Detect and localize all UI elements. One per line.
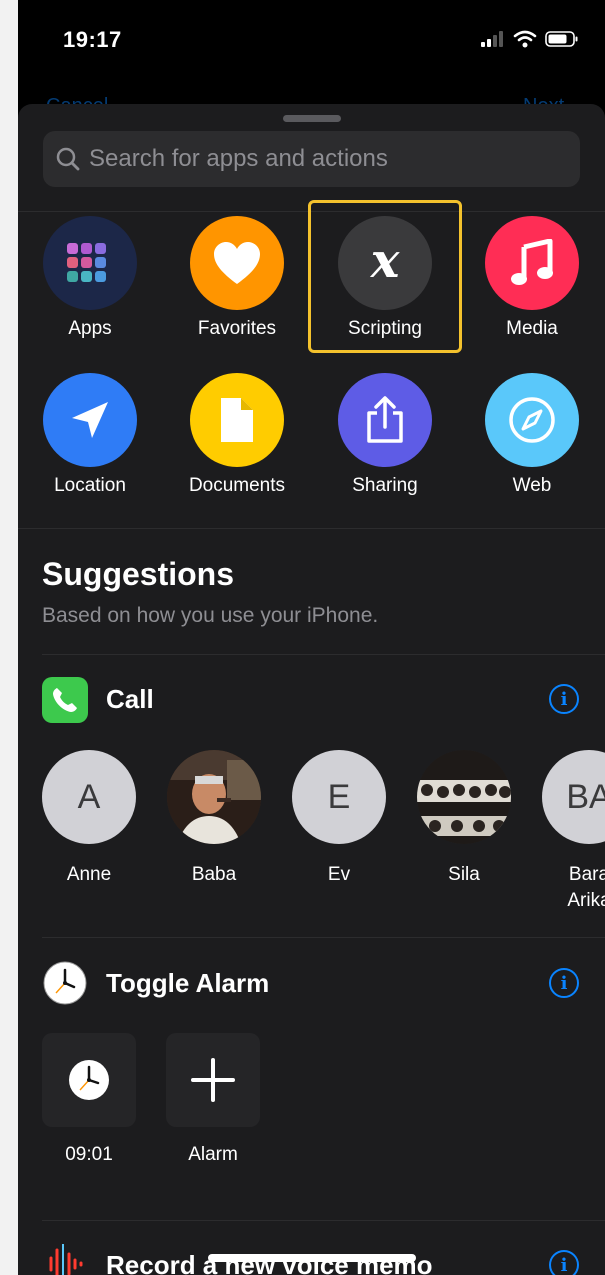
compass-icon: [485, 373, 579, 467]
category-label: Media: [506, 318, 558, 339]
category-label: Location: [54, 475, 126, 496]
sheet-grabber[interactable]: [283, 115, 341, 122]
location-arrow-icon: [43, 373, 137, 467]
call-info-icon[interactable]: i: [549, 684, 579, 714]
clock-icon: [69, 1060, 109, 1100]
avatar-photo: [417, 750, 511, 844]
category-web[interactable]: Web: [462, 373, 602, 497]
wifi-icon: [513, 30, 537, 48]
avatar: BA: [542, 750, 605, 844]
category-favorites[interactable]: Favorites: [167, 216, 307, 340]
contact-name: Bara Arika: [534, 862, 605, 914]
avatar: E: [292, 750, 386, 844]
search-input[interactable]: [87, 144, 561, 174]
contact-name: Ev: [327, 864, 351, 885]
voice-memo-app-icon: [42, 1244, 88, 1275]
signal-icon: [481, 31, 503, 47]
toggle-alarm-info-icon[interactable]: i: [549, 968, 579, 998]
phone-app-icon: [42, 677, 88, 723]
share-icon: [338, 373, 432, 467]
status-icons: [481, 30, 579, 48]
contact-name: Sila: [448, 864, 480, 885]
clock-app-icon: [42, 960, 88, 1011]
avatar: A: [42, 750, 136, 844]
heart-icon: [190, 216, 284, 310]
call-action-title[interactable]: Call: [106, 684, 154, 715]
search-icon: [56, 147, 80, 171]
action-picker-sheet: Apps Favorites x Scripting: [18, 104, 605, 1275]
contact-name: Baba: [191, 864, 237, 885]
divider: [42, 937, 605, 938]
divider: [18, 528, 605, 529]
alarm-tile-label: 09:01: [65, 1144, 113, 1165]
contact-sila[interactable]: Sila: [409, 750, 519, 888]
contact-baba[interactable]: Baba: [159, 750, 269, 888]
category-documents[interactable]: Documents: [167, 373, 307, 497]
category-apps[interactable]: Apps: [20, 216, 160, 340]
category-label: Apps: [68, 318, 112, 339]
contact-bara-arika[interactable]: BA Bara Arika: [534, 750, 605, 914]
category-label: Sharing: [352, 475, 418, 496]
category-location[interactable]: Location: [20, 373, 160, 497]
scripting-highlight-frame: [308, 200, 462, 353]
category-media[interactable]: Media: [462, 216, 602, 340]
category-label: Favorites: [197, 318, 277, 339]
alarm-tile-label: Alarm: [188, 1144, 238, 1165]
contact-name-line2: Arika: [567, 890, 605, 911]
category-label: Web: [512, 475, 552, 496]
status-time: 19:17: [63, 27, 122, 52]
add-alarm-tile[interactable]: [166, 1033, 260, 1127]
contact-name-line1: Bara: [568, 864, 605, 885]
alarm-tile-0901[interactable]: [42, 1033, 136, 1127]
toggle-alarm-action-title[interactable]: Toggle Alarm: [106, 968, 269, 999]
search-bar[interactable]: [43, 131, 580, 187]
divider: [42, 1220, 605, 1221]
category-label: Documents: [188, 475, 286, 496]
divider: [42, 654, 605, 655]
contact-ev[interactable]: E Ev: [284, 750, 394, 888]
apps-grid-icon: [43, 216, 137, 310]
status-bar: 19:17: [18, 0, 605, 90]
category-sharing[interactable]: Sharing: [315, 373, 455, 497]
suggestions-subtitle: Based on how you use your iPhone.: [42, 604, 379, 627]
music-note-icon: [485, 216, 579, 310]
voice-memo-info-icon[interactable]: i: [549, 1250, 579, 1275]
document-icon: [190, 373, 284, 467]
plus-icon: [191, 1058, 235, 1102]
avatar-photo: [167, 750, 261, 844]
contact-anne[interactable]: A Anne: [34, 750, 144, 888]
suggestions-title: Suggestions: [42, 556, 235, 592]
contact-name: Anne: [66, 864, 112, 885]
home-indicator[interactable]: [208, 1254, 416, 1262]
battery-icon: [545, 31, 578, 47]
phone-screen: 19:17 Cancel Next: [18, 0, 605, 1275]
